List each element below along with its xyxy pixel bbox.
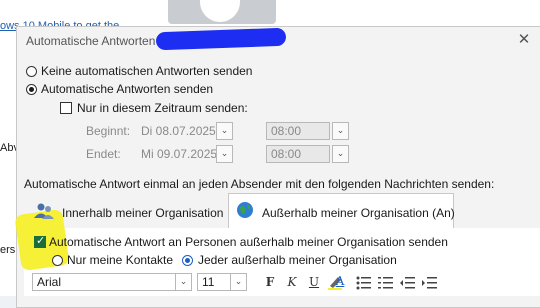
chevron-down-icon: ⌄ bbox=[336, 125, 345, 135]
font-select[interactable]: Arial bbox=[32, 273, 184, 291]
increase-indent-icon[interactable] bbox=[422, 276, 438, 290]
end-time-field[interactable]: 08:00 bbox=[266, 145, 330, 163]
people-icon bbox=[32, 202, 56, 220]
time-range-label[interactable]: Nur in diesem Zeitraum senden: bbox=[77, 101, 248, 115]
background-text: ers bbox=[0, 244, 16, 256]
decrease-indent-icon[interactable] bbox=[400, 276, 416, 290]
only-contacts-label[interactable]: Nur meine Kontakte bbox=[67, 253, 173, 267]
end-date-field[interactable]: Mi 09.07.2025 bbox=[141, 147, 217, 161]
underline-button[interactable]: U bbox=[306, 275, 322, 289]
globe-icon bbox=[235, 200, 255, 220]
end-date-dropdown[interactable]: ⌄ bbox=[216, 145, 233, 163]
chevron-down-icon: ⌄ bbox=[220, 125, 229, 135]
start-label: Beginnt: bbox=[86, 124, 131, 138]
everyone-outside-radio[interactable] bbox=[182, 255, 193, 266]
start-time-field[interactable]: 08:00 bbox=[266, 122, 330, 140]
everyone-outside-label[interactable]: Jeder außerhalb meiner Organisation bbox=[198, 253, 397, 267]
instruction-text: Automatische Antwort einmal an jeden Abs… bbox=[24, 177, 495, 191]
numbered-list-icon[interactable] bbox=[378, 276, 394, 290]
chevron-down-icon: ⌄ bbox=[234, 276, 243, 286]
bold-button[interactable]: F bbox=[262, 275, 278, 289]
italic-button[interactable]: K bbox=[284, 275, 300, 289]
no-auto-reply-label[interactable]: Keine automatischen Antworten senden bbox=[41, 64, 252, 78]
start-date-field[interactable]: Di 08.07.2025 bbox=[141, 124, 216, 138]
chevron-down-icon: ⌄ bbox=[336, 148, 345, 158]
font-dropdown[interactable]: ⌄ bbox=[175, 273, 192, 291]
only-contacts-radio[interactable] bbox=[52, 255, 63, 266]
send-auto-reply-label[interactable]: Automatische Antworten senden bbox=[41, 82, 213, 96]
font-size-dropdown[interactable]: ⌄ bbox=[230, 273, 247, 291]
dialog-title: Automatische Antworten bbox=[26, 34, 156, 48]
font-size-select[interactable]: 11 bbox=[197, 273, 231, 291]
close-icon[interactable]: ✕ bbox=[516, 32, 532, 48]
end-time-dropdown[interactable]: ⌄ bbox=[332, 145, 349, 163]
chevron-down-icon: ⌄ bbox=[220, 148, 229, 158]
time-range-checkbox[interactable] bbox=[60, 102, 72, 114]
no-auto-reply-radio[interactable] bbox=[26, 66, 37, 77]
start-time-dropdown[interactable]: ⌄ bbox=[332, 122, 349, 140]
end-label: Endet: bbox=[86, 147, 121, 161]
start-date-dropdown[interactable]: ⌄ bbox=[216, 122, 233, 140]
outside-enable-checkbox[interactable] bbox=[34, 234, 46, 248]
tab-inside-label[interactable]: Innerhalb meiner Organisation bbox=[62, 206, 223, 220]
chevron-down-icon: ⌄ bbox=[179, 276, 188, 286]
tab-outside-label[interactable]: Außerhalb meiner Organisation (An) bbox=[262, 206, 455, 220]
font-color-button[interactable]: A bbox=[332, 274, 348, 288]
outside-enable-label[interactable]: Automatische Antwort an Personen außerha… bbox=[49, 235, 448, 249]
send-auto-reply-radio[interactable] bbox=[26, 84, 37, 95]
bullet-list-icon[interactable] bbox=[356, 276, 372, 290]
